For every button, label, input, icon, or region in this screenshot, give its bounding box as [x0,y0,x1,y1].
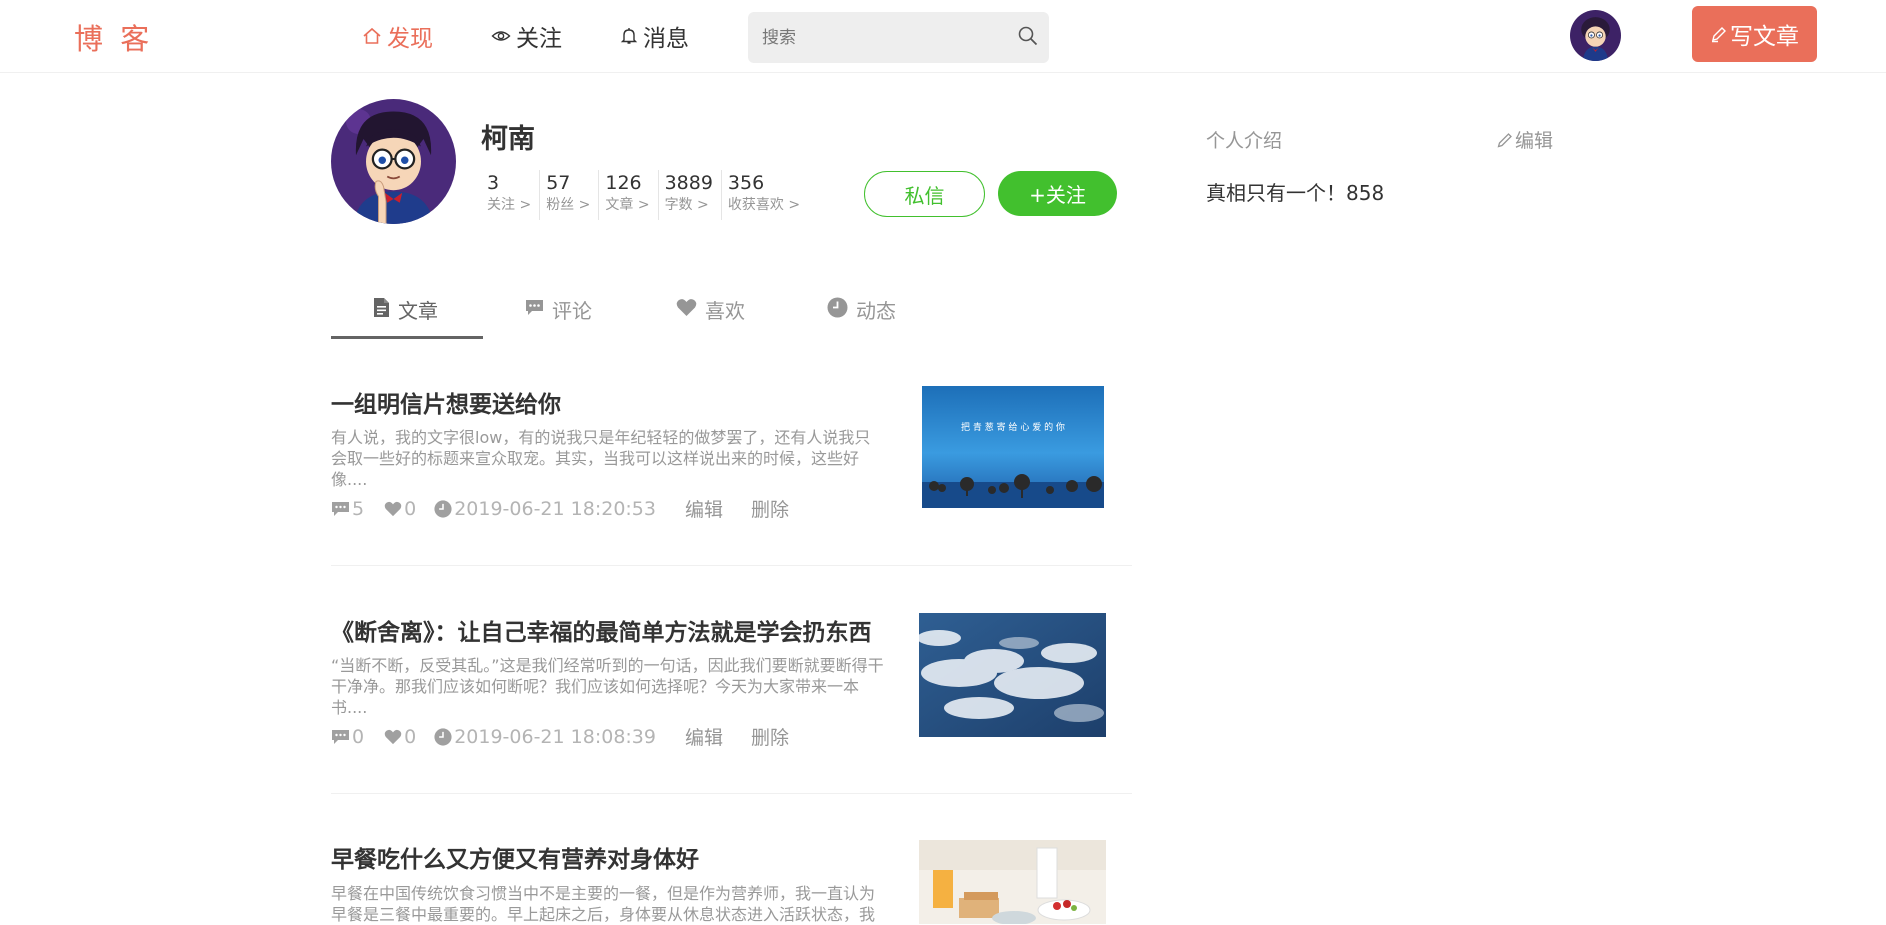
article-thumbnail[interactable] [919,840,1106,924]
delete-article-link[interactable]: 删除 [751,495,789,522]
bell-icon [620,28,638,44]
article-meta: 5 0 2019-06-21 18:20:53 编辑 删除 [331,495,789,522]
intro-edit-button[interactable]: 编辑 [1496,126,1553,153]
tab-activity-label: 动态 [856,299,896,323]
search-input[interactable] [760,12,1000,63]
publish-time: 2019-06-21 18:08:39 [434,726,656,748]
follow-button[interactable]: +关注 [998,171,1117,216]
heart-icon [676,299,697,316]
profile-stats: 3 关注 > 57 粉丝 > 126 文章 > 3889 字数 > 356 收获… [481,170,808,220]
send-message-button[interactable]: 私信 [864,171,985,217]
comment-count[interactable]: 0 [331,726,364,748]
article-title[interactable]: 一组明信片想要送给你 [331,385,561,419]
article-thumbnail[interactable] [919,613,1106,737]
comment-icon [526,300,543,315]
profile-avatar[interactable] [331,99,456,224]
article-abstract: “当断不断，反受其乱。”这是我们经常听到的一句话，因此我们要断就要断得干干净净。… [331,656,884,717]
write-article-button[interactable]: 写文章 [1692,6,1817,62]
write-article-label: 写文章 [1730,24,1799,50]
comment-icon [332,501,349,516]
stat-articles-label: 文章 > [605,197,650,213]
search-icon[interactable] [1017,25,1039,47]
tab-articles-label: 文章 [398,299,438,323]
publish-time-value: 2019-06-21 18:20:53 [454,497,656,520]
profile-username: 柯南 [481,124,535,155]
intro-title: 个人介绍 [1206,130,1283,152]
heart-icon [384,729,402,744]
stat-following[interactable]: 3 关注 > [481,170,541,220]
pen-icon [1712,27,1726,43]
pencil-icon [1497,132,1512,147]
active-tab-indicator [331,336,483,339]
user-avatar[interactable] [1570,10,1621,61]
tab-comments-label: 评论 [552,299,592,323]
document-icon [374,298,389,317]
article-item: 《断舍离》：让自己幸福的最简单方法就是学会扔东西 “当断不断，反受其乱。”这是我… [331,613,1132,763]
site-logo[interactable]: 博 客 [74,16,153,58]
stat-likes[interactable]: 356 收获喜欢 > [722,170,808,220]
nav-discover[interactable]: 发现 [362,19,433,53]
clock-icon [434,499,452,518]
article-title[interactable]: 早餐吃什么又方便又有营养对身体好 [331,840,699,874]
clock-icon [827,297,848,318]
article-abstract: 早餐在中国传统饮食习惯当中不是主要的一餐，但是作为营养师，我一直认为早餐是三餐中… [331,884,876,924]
tab-likes[interactable]: 喜欢 [676,295,745,339]
thumbnail-caption: 把 青 葱 寄 给 心 爱 的 你 [961,421,1065,433]
stat-articles[interactable]: 126 文章 > [599,170,659,220]
article-thumbnail[interactable]: 把 青 葱 寄 给 心 爱 的 你 [922,386,1104,508]
search-box [748,12,1049,63]
intro-text: 真相只有一个！858 [1206,181,1385,205]
nav-messages-label: 消息 [643,26,689,52]
tab-activity[interactable]: 动态 [827,295,896,339]
article-title[interactable]: 《断舍离》：让自己幸福的最简单方法就是学会扔东西 [331,613,872,647]
article-abstract: 有人说，我的文字很low，有的说我只是年纪轻轻的做梦罢了，还有人说我只会取一些好… [331,428,871,489]
article-item: 一组明信片想要送给你 有人说，我的文字很low，有的说我只是年纪轻轻的做梦罢了，… [331,385,1132,535]
edit-article-link[interactable]: 编辑 [685,495,723,522]
stat-followers-label: 粉丝 > [546,197,591,213]
tab-likes-label: 喜欢 [705,299,745,323]
article-meta: 0 0 2019-06-21 18:08:39 编辑 删除 [331,723,789,750]
nav-follow[interactable]: 关注 [491,19,562,53]
stat-words[interactable]: 3889 字数 > [659,170,722,220]
stat-likes-label: 收获喜欢 > [727,197,801,213]
home-icon [363,27,381,44]
nav-follow-label: 关注 [516,26,562,52]
stat-likes-count: 356 [727,172,765,194]
like-count[interactable]: 0 [384,726,416,748]
comment-count-value: 0 [352,725,365,748]
heart-icon [384,501,402,516]
nav-messages[interactable]: 消息 [620,19,689,53]
article-divider [331,793,1132,794]
tab-articles[interactable]: 文章 [373,295,438,339]
intro-edit-label: 编辑 [1515,130,1554,152]
clock-icon [434,727,452,746]
stat-words-label: 字数 > [664,197,709,213]
tab-comments[interactable]: 评论 [525,295,592,339]
like-count[interactable]: 0 [384,498,416,520]
like-count-value: 0 [404,497,417,520]
eye-icon [491,31,511,41]
stat-words-count: 3889 [664,172,713,194]
stat-articles-count: 126 [605,172,642,194]
top-navbar: 博 客 发现 关注 消息 写文章 [0,0,1886,73]
edit-article-link[interactable]: 编辑 [685,723,723,750]
like-count-value: 0 [404,725,417,748]
comment-count[interactable]: 5 [331,498,364,520]
comment-icon [332,729,349,744]
publish-time-value: 2019-06-21 18:08:39 [454,725,656,748]
stat-following-count: 3 [487,172,500,194]
profile-tabs: 文章 评论 喜欢 动态 [331,295,1131,339]
article-item: 早餐吃什么又方便又有营养对身体好 早餐在中国传统饮食习惯当中不是主要的一餐，但是… [331,840,1132,924]
publish-time: 2019-06-21 18:20:53 [434,498,656,520]
nav-discover-label: 发现 [387,26,433,52]
stat-followers-count: 57 [546,172,571,194]
article-divider [331,565,1132,566]
stat-following-label: 关注 > [487,197,532,213]
delete-article-link[interactable]: 删除 [751,723,789,750]
stat-followers[interactable]: 57 粉丝 > [540,170,600,220]
comment-count-value: 5 [352,497,365,520]
